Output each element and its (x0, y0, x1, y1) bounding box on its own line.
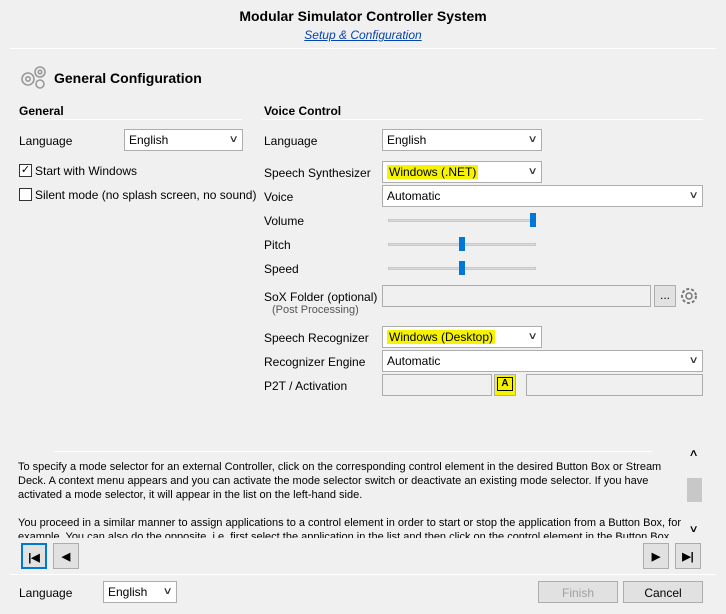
voice-group-title: Voice Control (264, 104, 342, 118)
p2t-input[interactable] (382, 374, 492, 396)
general-language-label: Language (19, 134, 73, 148)
activation-input[interactable] (526, 374, 703, 396)
last-page-icon: ▶| (682, 551, 694, 563)
previous-page-button[interactable]: ◀ (53, 543, 79, 569)
sox-label: SoX Folder (optional) (264, 290, 378, 304)
finish-button[interactable]: Finish (538, 581, 618, 603)
recognizer-value: Windows (Desktop) (387, 330, 496, 344)
voice-language-dropdown[interactable]: English ∨ (382, 129, 542, 151)
voice-group-divider (263, 119, 703, 120)
pitch-label: Pitch (264, 238, 291, 252)
footer-language-dropdown[interactable]: English ∨ (103, 581, 177, 603)
activation-icon: A (497, 377, 513, 391)
pitch-slider-thumb[interactable] (459, 237, 465, 251)
general-language-value: English (129, 133, 169, 147)
cancel-button[interactable]: Cancel (623, 581, 703, 603)
chevron-down-icon: ∨ (228, 134, 239, 145)
gear-icon[interactable] (678, 285, 700, 307)
general-language-dropdown[interactable]: English ∨ (124, 129, 243, 151)
recognizer-label: Speech Recognizer (264, 331, 369, 345)
p2t-label: P2T / Activation (264, 379, 348, 393)
general-group-title: General (19, 104, 64, 118)
voice-language-label: Language (264, 134, 318, 148)
p2t-activation-button[interactable]: A (494, 374, 516, 396)
first-page-button[interactable]: |◀ (21, 543, 47, 569)
chevron-down-icon: ∨ (688, 190, 699, 201)
scroll-down-icon[interactable]: ∨ (689, 524, 699, 535)
sox-sublabel: (Post Processing) (272, 304, 359, 316)
engine-dropdown[interactable]: Automatic ∨ (382, 350, 703, 372)
help-text-panel: To specify a mode selector for an extern… (18, 460, 686, 538)
page-title: General Configuration (54, 70, 202, 86)
speed-slider-thumb[interactable] (459, 261, 465, 275)
help-divider (54, 451, 652, 452)
sox-folder-input[interactable] (382, 285, 651, 307)
general-group-divider (18, 119, 242, 120)
chevron-down-icon: ∨ (162, 586, 173, 597)
synth-value: Windows (.NET) (387, 165, 479, 179)
voice-value: Automatic (387, 189, 441, 203)
help-scrollbar[interactable]: ∧ ∨ (686, 446, 703, 540)
footer-language-label: Language (19, 586, 73, 600)
next-icon: ▶ (651, 551, 661, 563)
engine-value: Automatic (387, 354, 441, 368)
scroll-up-icon[interactable]: ∧ (689, 448, 699, 459)
synth-dropdown[interactable]: Windows (.NET) ∨ (382, 161, 542, 183)
chevron-down-icon: ∨ (527, 134, 538, 145)
last-page-button[interactable]: ▶| (675, 543, 701, 569)
sox-browse-button[interactable]: ... (654, 285, 676, 307)
first-page-icon: |◀ (28, 552, 40, 564)
voice-language-value: English (387, 133, 427, 147)
chevron-down-icon: ∨ (527, 166, 538, 177)
header-divider (10, 48, 716, 49)
volume-slider-track[interactable] (388, 219, 536, 222)
recognizer-dropdown[interactable]: Windows (Desktop) ∨ (382, 326, 542, 348)
chevron-down-icon: ∨ (688, 355, 699, 366)
voice-label: Voice (264, 190, 294, 204)
voice-dropdown[interactable]: Automatic ∨ (382, 185, 703, 207)
volume-label: Volume (264, 214, 305, 228)
volume-slider-thumb[interactable] (530, 213, 536, 227)
help-paragraph-2: You proceed in a similar manner to assig… (18, 517, 682, 538)
synth-label: Speech Synthesizer (264, 166, 371, 180)
scrollbar-thumb[interactable] (687, 478, 702, 502)
silent-mode-label: Silent mode (no splash screen, no sound) (35, 188, 257, 202)
setup-link[interactable]: Setup & Configuration (0, 28, 726, 42)
previous-icon: ◀ (61, 551, 71, 563)
speed-label: Speed (264, 262, 299, 276)
footer-language-value: English (108, 585, 148, 599)
silent-mode-checkbox[interactable] (19, 188, 32, 201)
footer-divider (10, 574, 716, 575)
engine-label: Recognizer Engine (264, 355, 366, 369)
chevron-down-icon: ∨ (527, 331, 538, 342)
next-page-button[interactable]: ▶ (643, 543, 669, 569)
gears-icon (18, 64, 50, 90)
start-with-windows-checkbox[interactable]: ✓ (19, 164, 32, 177)
start-with-windows-label: Start with Windows (35, 164, 138, 178)
app-title: Modular Simulator Controller System (239, 8, 487, 24)
help-paragraph-1: To specify a mode selector for an extern… (18, 461, 662, 501)
